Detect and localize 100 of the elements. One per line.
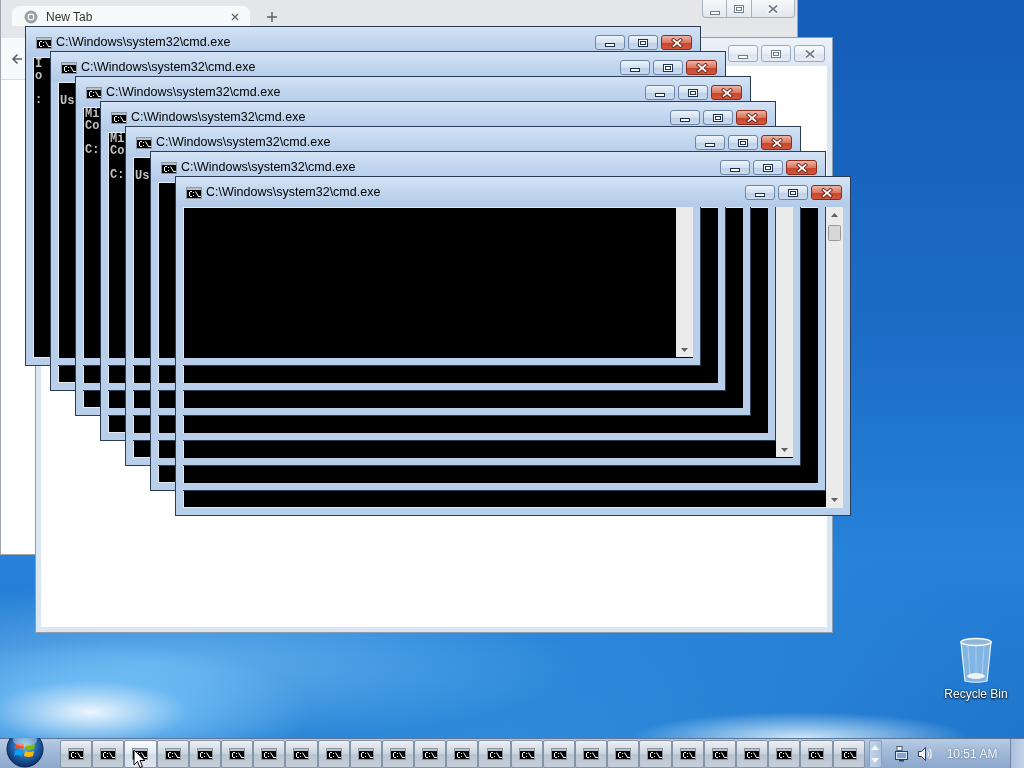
console-icon [744,747,761,760]
minimize-button[interactable] [645,85,675,100]
taskbar-button[interactable] [317,739,350,768]
taskbar-button[interactable] [349,739,382,768]
show-desktop-button[interactable] [1010,739,1024,768]
taskbar-button[interactable] [832,739,865,768]
window-title: C:\Windows\system32\cmd.exe [56,35,231,50]
console-icon [776,747,793,760]
minimize-icon [655,93,665,97]
speaker-icon[interactable] [916,745,933,762]
close-button[interactable] [686,60,717,75]
minimize-button[interactable] [745,185,775,200]
maximize-icon [763,163,773,172]
console-icon [111,112,127,124]
console-icon [86,87,102,99]
minimize-button[interactable] [720,160,750,175]
minimize-button[interactable] [620,60,650,75]
taskbar-button[interactable] [639,739,672,768]
taskbar-button[interactable] [414,739,447,768]
console-icon [422,747,439,760]
console-text: Mi Co C: [84,108,100,156]
close-button[interactable] [752,0,795,18]
minimize-icon [705,143,715,147]
taskbar-button[interactable] [575,739,608,768]
minimize-icon [680,118,690,122]
minimize-icon [605,43,615,47]
taskbar-button[interactable] [703,739,736,768]
maximize-icon [788,188,798,197]
maximize-icon [638,38,648,47]
minimize-button[interactable] [595,35,625,50]
console-icon [325,747,342,760]
taskbar-button[interactable] [92,739,125,768]
console-icon [293,747,310,760]
desktop-icon-label[interactable]: Recycle Bin [944,687,1008,701]
taskbar-button[interactable] [60,739,93,768]
close-button[interactable] [736,110,767,125]
window-title: C:\Windows\system32\cmd.exe [131,110,306,125]
vertical-scrollbar[interactable] [776,208,793,457]
minimize-icon [738,55,748,59]
vertical-scrollbar[interactable] [676,208,693,357]
console-icon [229,747,246,760]
minimize-icon [709,11,720,15]
taskbar-button[interactable] [446,739,479,768]
network-icon[interactable] [893,745,910,762]
taskbar-button[interactable] [510,739,543,768]
maximize-button[interactable] [778,185,808,200]
taskbar-button[interactable] [478,739,511,768]
minimize-icon [630,68,640,72]
taskbar-button[interactable] [800,739,833,768]
taskbar-button[interactable] [381,739,415,768]
taskbar-button[interactable] [156,739,189,768]
console-icon [840,747,857,760]
close-button[interactable] [794,45,825,62]
close-icon [720,87,733,98]
window-title: C:\Windows\system32\cmd.exe [156,135,331,150]
new-tab-button[interactable] [264,9,280,25]
console-icon [583,747,600,760]
console-text: Mi Co C: [109,133,125,181]
taskbar-button[interactable] [735,739,769,768]
console-icon [647,747,664,760]
console-icon [389,747,406,760]
close-button[interactable] [761,135,792,150]
console-icon [196,747,213,760]
console-text: I o : [34,58,43,106]
console-icon [261,747,278,760]
vertical-scrollbar[interactable] [826,208,843,507]
minimize-button[interactable] [695,135,725,150]
console-icon [357,747,374,760]
close-icon [820,187,833,198]
console-icon [61,62,77,74]
taskbar-button[interactable] [188,739,221,768]
maximize-button[interactable] [628,35,658,50]
close-button[interactable] [711,85,742,100]
maximize-icon [713,113,723,122]
console-icon [550,747,567,760]
taskbar-button[interactable] [768,739,801,768]
maximize-button[interactable] [703,110,733,125]
browser-tab[interactable]: New Tab [12,6,250,26]
taskbar-button[interactable] [253,739,286,768]
console-icon [615,747,632,760]
maximize-button[interactable] [678,85,708,100]
maximize-button[interactable] [753,160,783,175]
minimize-button[interactable] [670,110,700,125]
taskbar-button[interactable] [607,739,640,768]
maximize-button[interactable] [653,60,683,75]
close-button[interactable] [786,160,817,175]
close-icon [803,48,816,59]
maximize-icon [771,49,781,58]
maximize-icon [688,88,698,97]
taskbar-button[interactable] [671,739,704,768]
taskbar-button[interactable] [542,739,575,768]
console-icon [808,747,825,760]
close-button[interactable] [811,185,842,200]
taskbar-button[interactable] [285,739,318,768]
taskbar-button[interactable] [220,739,254,768]
console-icon [36,37,52,49]
close-button[interactable] [661,35,692,50]
close-icon [767,3,779,14]
back-button[interactable] [10,51,24,66]
maximize-button[interactable] [728,135,758,150]
